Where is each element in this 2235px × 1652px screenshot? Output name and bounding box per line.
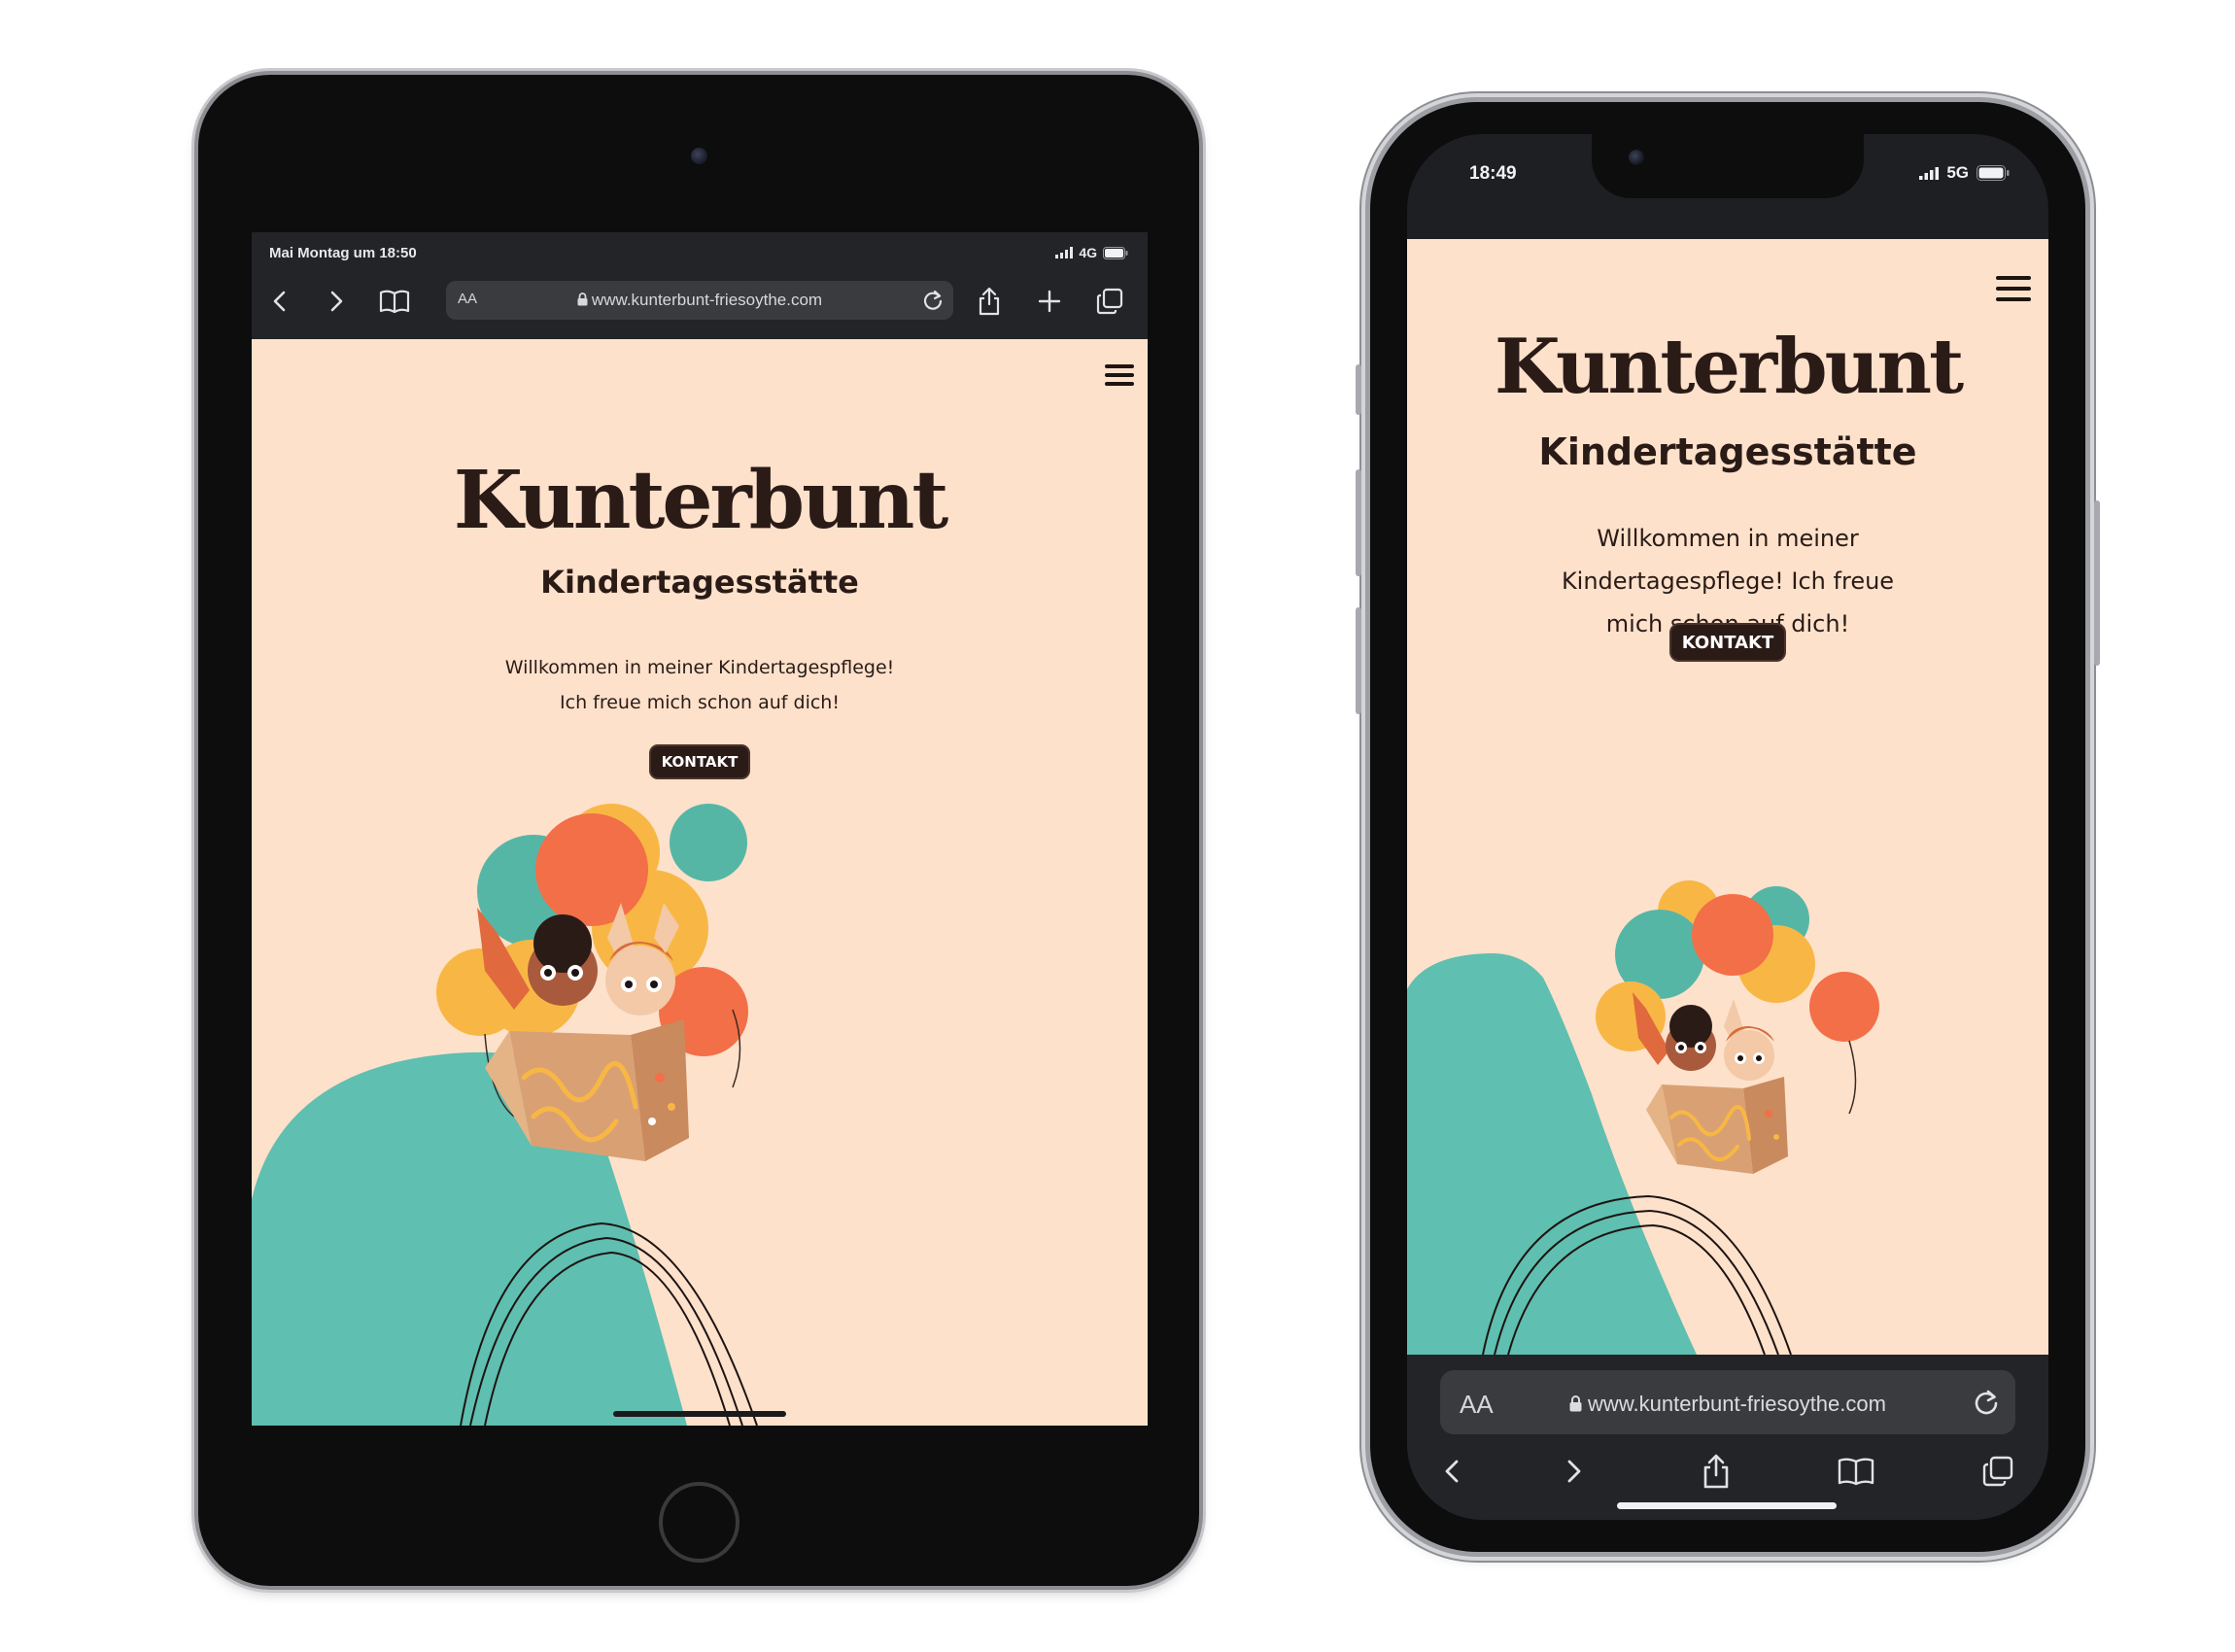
signal-icon	[1055, 247, 1074, 258]
tablet-device: Mai Montag um 18:50 4G AA www.kunterbunt…	[198, 75, 1199, 1586]
hero-illustration	[1407, 880, 1879, 1355]
share-icon[interactable]	[973, 285, 1006, 318]
back-icon[interactable]	[1430, 1450, 1473, 1493]
lock-icon	[1569, 1395, 1582, 1412]
volume-down-button	[1356, 607, 1361, 714]
balloon-cluster	[1596, 880, 1879, 1115]
browser-toolbar	[1407, 1448, 2048, 1497]
website-content: Kunterbunt Kindertagesstätte Willkommen …	[252, 339, 1148, 1426]
status-time: 18:49	[1469, 163, 1517, 184]
forward-icon[interactable]	[1553, 1450, 1596, 1493]
front-camera	[1629, 150, 1644, 165]
lock-icon	[577, 293, 588, 306]
tablet-screen: Mai Montag um 18:50 4G AA www.kunterbunt…	[252, 232, 1148, 1426]
url-text: www.kunterbunt-friesoythe.com	[1440, 1392, 2015, 1417]
gift-box	[1646, 1077, 1788, 1174]
browser-toolbar: Mai Montag um 18:50 4G AA www.kunterbunt…	[252, 232, 1148, 339]
hero-illustration	[252, 804, 758, 1426]
forward-icon[interactable]	[320, 285, 353, 318]
home-indicator	[613, 1411, 786, 1417]
url-label: www.kunterbunt-friesoythe.com	[1588, 1392, 1886, 1416]
address-bar[interactable]: AA www.kunterbunt-friesoythe.com	[446, 281, 953, 320]
battery-icon	[1103, 246, 1128, 259]
volume-up-button	[1356, 469, 1361, 576]
front-camera	[691, 148, 707, 164]
url-text: www.kunterbunt-friesoythe.com	[446, 291, 953, 310]
address-bar[interactable]: AA www.kunterbunt-friesoythe.com	[1440, 1370, 2015, 1434]
side-button	[2094, 500, 2100, 666]
share-icon[interactable]	[1695, 1450, 1737, 1493]
bookmarks-icon[interactable]	[1835, 1450, 1877, 1493]
notch	[1592, 134, 1864, 198]
bookmarks-icon[interactable]	[378, 285, 411, 318]
signal-icon	[1919, 166, 1940, 180]
phone-device: 18:49 5G Kunterbunt Kindertagesstätte Wi…	[1356, 102, 2100, 1552]
phone-screen: 18:49 5G Kunterbunt Kindertagesstätte Wi…	[1407, 134, 2048, 1520]
network-label: 5G	[1946, 163, 1969, 182]
network-label: 4G	[1079, 245, 1097, 260]
website-content: Kunterbunt Kindertagesstätte Willkommen …	[1407, 239, 2048, 1355]
status-datetime: Mai Montag um 18:50	[269, 245, 417, 261]
reload-icon[interactable]	[920, 288, 946, 313]
plus-icon[interactable]	[1033, 285, 1066, 318]
tabs-icon[interactable]	[1093, 285, 1126, 318]
browser-bottom-bar: AA www.kunterbunt-friesoythe.com	[1407, 1355, 2048, 1520]
reload-icon[interactable]	[1971, 1387, 2002, 1418]
mute-switch	[1356, 364, 1361, 415]
tabs-icon[interactable]	[1977, 1450, 2019, 1493]
home-indicator	[1617, 1502, 1837, 1509]
status-indicators: 5G	[1919, 163, 2010, 183]
browser-nav: AA www.kunterbunt-friesoythe.com	[252, 277, 1148, 326]
back-icon[interactable]	[263, 285, 296, 318]
url-label: www.kunterbunt-friesoythe.com	[591, 291, 823, 309]
home-button[interactable]	[659, 1482, 739, 1563]
status-indicators: 4G	[1055, 245, 1128, 260]
battery-icon	[1977, 165, 2010, 181]
